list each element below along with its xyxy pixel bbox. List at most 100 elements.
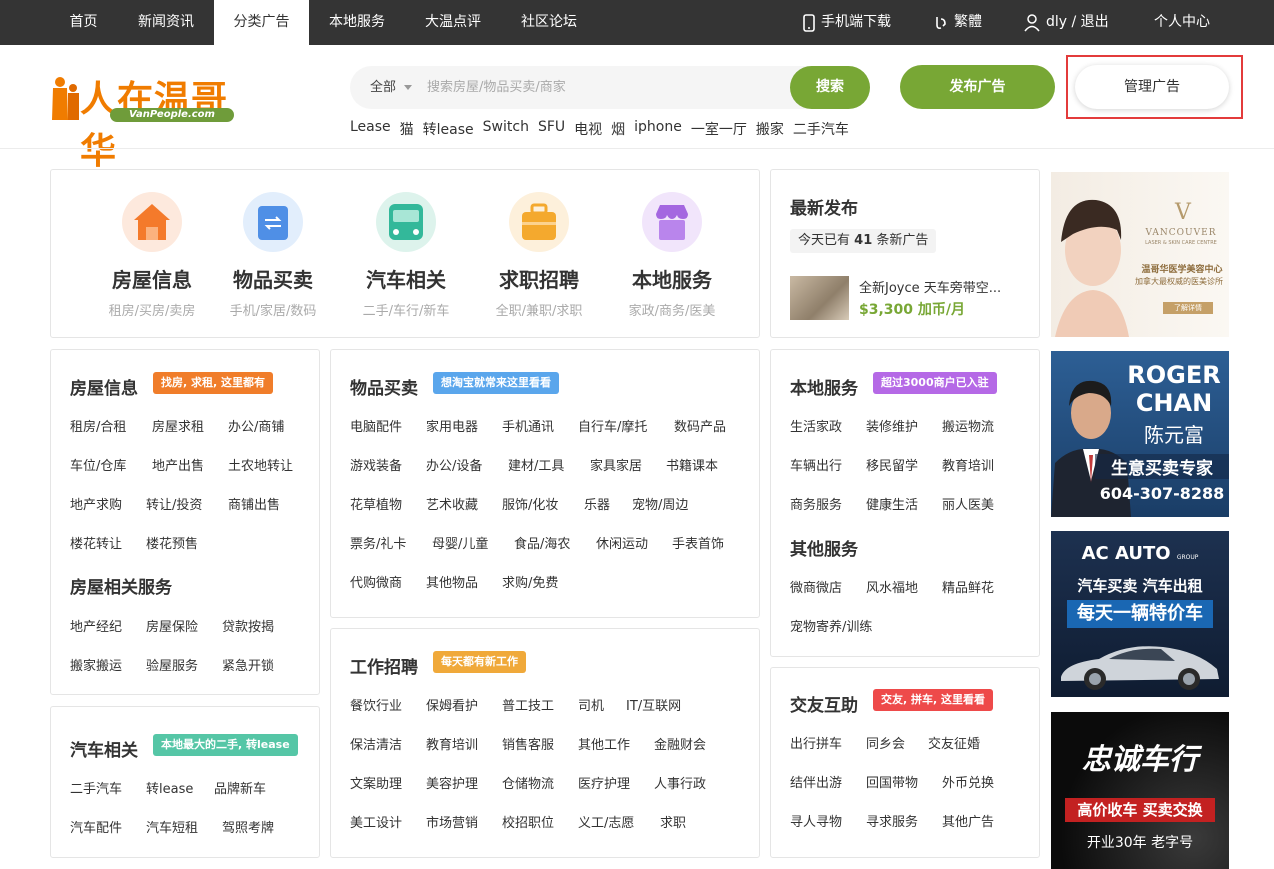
goods-link[interactable]: 其他物品 (426, 572, 478, 591)
jobs-link[interactable]: 市场营销 (426, 812, 478, 831)
housing-link[interactable]: 楼花预售 (146, 533, 198, 552)
goods-link[interactable]: 游戏装备 (350, 455, 402, 474)
post-thumbnail[interactable] (790, 276, 849, 320)
goods-link[interactable]: 数码产品 (674, 416, 726, 435)
goods-link[interactable]: 花草植物 (350, 494, 402, 513)
services-link[interactable]: 健康生活 (866, 494, 918, 513)
category-jobs[interactable]: 求职招聘 全职/兼职/求职 (484, 192, 594, 319)
housing-link[interactable]: 楼花转让 (70, 533, 122, 552)
hot-keyword[interactable]: 一室一厅 (691, 119, 747, 139)
jobs-link[interactable]: 文案助理 (350, 773, 402, 792)
post-title[interactable]: 全新Joyce 天车旁带空... (859, 277, 1001, 296)
cars-link[interactable]: 转lease (146, 778, 193, 797)
hot-keyword[interactable]: SFU (538, 119, 565, 139)
services-link[interactable]: 丽人医美 (942, 494, 994, 513)
social-link[interactable]: 结伴出游 (790, 772, 842, 791)
category-cars[interactable]: 汽车相关 二手/车行/新车 (351, 192, 461, 319)
jobs-link[interactable]: 餐饮行业 (350, 695, 402, 714)
services-link[interactable]: 车辆出行 (790, 455, 842, 474)
nav-reviews[interactable]: 大温点评 (407, 0, 499, 45)
jobs-link[interactable]: 其他工作 (578, 734, 630, 753)
goods-link[interactable]: 手表首饰 (672, 533, 724, 552)
cars-link[interactable]: 二手汽车 (70, 778, 122, 797)
social-link[interactable]: 寻人寻物 (790, 811, 842, 830)
cars-link[interactable]: 汽车配件 (70, 817, 122, 836)
housing-service-link[interactable]: 验屋服务 (146, 655, 198, 674)
category-housing[interactable]: 房屋信息 租房/买房/卖房 (97, 192, 207, 319)
goods-link[interactable]: 建材/工具 (508, 455, 564, 474)
hot-keyword[interactable]: 电视 (574, 119, 602, 139)
post-ad-button[interactable]: 发布广告 (900, 65, 1055, 109)
cars-link[interactable]: 汽车短租 (146, 817, 198, 836)
cars-link[interactable]: 驾照考牌 (222, 817, 274, 836)
hot-keyword[interactable]: 烟 (611, 119, 625, 139)
hot-keyword[interactable]: 转lease (423, 119, 474, 139)
nav-classifieds[interactable]: 分类广告 (214, 0, 309, 45)
goods-link[interactable]: 食品/海农 (514, 533, 570, 552)
personal-center-link[interactable]: 个人中心 (1154, 0, 1210, 45)
jobs-link[interactable]: 教育培训 (426, 734, 478, 753)
hot-keyword[interactable]: iphone (634, 119, 682, 139)
services-link[interactable]: 商务服务 (790, 494, 842, 513)
services-link[interactable]: 搬运物流 (942, 416, 994, 435)
section-title[interactable]: 物品买卖 (350, 374, 418, 399)
housing-link[interactable]: 车位/仓库 (70, 455, 126, 474)
hot-keyword[interactable]: 二手汽车 (793, 119, 849, 139)
cars-link[interactable]: 品牌新车 (214, 778, 266, 797)
user-account-link[interactable]: dly / 退出 (1024, 0, 1109, 45)
ad-banner-dealership[interactable]: 忠诚车行 高价收车 买卖交换 开业30年 老字号 (1051, 712, 1229, 869)
jobs-link[interactable]: 医疗护理 (578, 773, 630, 792)
housing-link[interactable]: 商铺出售 (228, 494, 280, 513)
goods-link[interactable]: 自行车/摩托 (578, 416, 647, 435)
ad-banner-roger-chan[interactable]: ROGER CHAN 陈元富 生意买卖专家 604-307-8288 (1051, 351, 1229, 517)
goods-link[interactable]: 宠物/周边 (632, 494, 688, 513)
nav-home[interactable]: 首页 (50, 0, 117, 45)
section-title[interactable]: 交友互助 (790, 691, 858, 716)
jobs-link[interactable]: 求职 (660, 812, 686, 831)
search-input[interactable] (427, 76, 757, 99)
social-link[interactable]: 其他广告 (942, 811, 994, 830)
housing-link[interactable]: 租房/合租 (70, 416, 126, 435)
social-link[interactable]: 交友征婚 (928, 733, 980, 752)
goods-link[interactable]: 家用电器 (426, 416, 478, 435)
jobs-link[interactable]: 义工/志愿 (578, 812, 634, 831)
goods-link[interactable]: 手机通讯 (502, 416, 554, 435)
jobs-link[interactable]: 司机 (578, 695, 604, 714)
services-link[interactable]: 生活家政 (790, 416, 842, 435)
hot-keyword[interactable]: Switch (483, 119, 529, 139)
jobs-link[interactable]: 金融财会 (654, 734, 706, 753)
social-link[interactable]: 同乡会 (866, 733, 905, 752)
section-title[interactable]: 工作招聘 (350, 653, 418, 678)
jobs-link[interactable]: 保姆看护 (426, 695, 478, 714)
goods-link[interactable]: 艺术收藏 (426, 494, 478, 513)
jobs-link[interactable]: 普工技工 (502, 695, 554, 714)
category-goods[interactable]: 物品买卖 手机/家居/数码 (218, 192, 328, 319)
social-link[interactable]: 外币兑换 (942, 772, 994, 791)
section-title[interactable]: 本地服务 (790, 374, 858, 399)
goods-link[interactable]: 办公/设备 (426, 455, 482, 474)
social-link[interactable]: 出行拼车 (790, 733, 842, 752)
other-services-link[interactable]: 微商微店 (790, 577, 842, 596)
services-link[interactable]: 教育培训 (942, 455, 994, 474)
housing-service-link[interactable]: 房屋保险 (146, 616, 198, 635)
section-title[interactable]: 房屋信息 (70, 374, 138, 399)
housing-link[interactable]: 办公/商铺 (228, 416, 284, 435)
hot-keyword[interactable]: 猫 (400, 119, 414, 139)
housing-link[interactable]: 转让/投资 (146, 494, 202, 513)
mobile-download-link[interactable]: 手机端下载 (803, 0, 891, 45)
goods-link[interactable]: 服饰/化妆 (502, 494, 558, 513)
nav-news[interactable]: 新闻资讯 (120, 0, 212, 45)
goods-link[interactable]: 书籍课本 (666, 455, 718, 474)
jobs-link[interactable]: 仓储物流 (502, 773, 554, 792)
ad-banner-skincare[interactable]: V VANCOUVER LASER & SKIN CARE CENTRE 温哥华… (1051, 172, 1229, 337)
goods-link[interactable]: 电脑配件 (350, 416, 402, 435)
hot-keyword[interactable]: 搬家 (756, 119, 784, 139)
housing-service-link[interactable]: 搬家搬运 (70, 655, 122, 674)
goods-link[interactable]: 代购微商 (350, 572, 402, 591)
goods-link[interactable]: 票务/礼卡 (350, 533, 406, 552)
goods-link[interactable]: 休闲运动 (596, 533, 648, 552)
goods-link[interactable]: 求购/免费 (502, 572, 558, 591)
other-services-link[interactable]: 宠物寄养/训练 (790, 616, 872, 635)
site-logo[interactable]: 人在温哥华 VanPeople.com (50, 70, 260, 172)
housing-link[interactable]: 地产求购 (70, 494, 122, 513)
